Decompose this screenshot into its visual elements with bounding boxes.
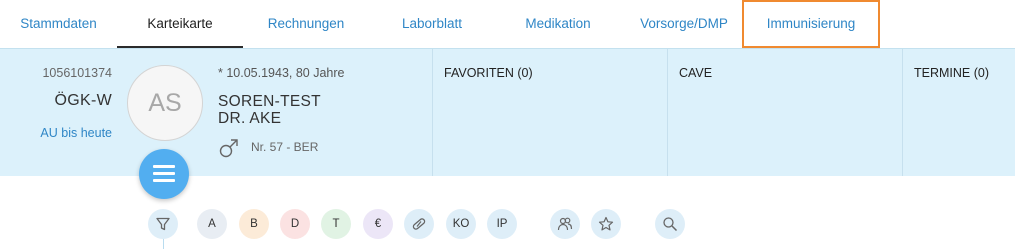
termine-section[interactable]: TERMINE (0) bbox=[914, 66, 989, 80]
menu-icon-bar bbox=[153, 172, 175, 175]
patient-name: SOREN-TEST DR. AKE bbox=[218, 93, 321, 127]
filter-d[interactable]: D bbox=[280, 209, 310, 239]
filter-icon[interactable] bbox=[148, 209, 178, 239]
menu-icon-bar bbox=[153, 179, 175, 182]
tab-vorsorge-dmp[interactable]: Vorsorge/DMP bbox=[621, 0, 747, 48]
filter-b[interactable]: B bbox=[239, 209, 269, 239]
tab-medikation[interactable]: Medikation bbox=[495, 0, 621, 48]
timeline-line bbox=[163, 238, 164, 249]
section-divider bbox=[432, 49, 433, 176]
section-divider bbox=[902, 49, 903, 176]
filter-a[interactable]: A bbox=[197, 209, 227, 239]
room-info: Nr. 57 - BER bbox=[251, 140, 319, 154]
tab-karteikarte[interactable]: Karteikarte bbox=[117, 0, 243, 48]
avatar[interactable]: AS bbox=[127, 65, 203, 141]
section-divider bbox=[667, 49, 668, 176]
filter-ko[interactable]: KO bbox=[446, 209, 476, 239]
tab-laborblatt[interactable]: Laborblatt bbox=[369, 0, 495, 48]
cave-section[interactable]: CAVE bbox=[679, 66, 712, 80]
patient-id: 1056101374 bbox=[42, 66, 112, 80]
male-icon bbox=[218, 137, 240, 159]
persons-icon[interactable] bbox=[550, 209, 580, 239]
search-icon[interactable] bbox=[655, 209, 685, 239]
filter-ip[interactable]: IP bbox=[487, 209, 517, 239]
tab-stammdaten[interactable]: Stammdaten bbox=[0, 0, 117, 48]
patient-last-name: SOREN-TEST bbox=[218, 93, 321, 110]
birth-date: * 10.05.1943, 80 Jahre bbox=[218, 66, 345, 80]
tab-bar: Stammdaten Karteikarte Rechnungen Laborb… bbox=[0, 0, 1015, 48]
patient-first-name: DR. AKE bbox=[218, 110, 282, 127]
menu-button[interactable] bbox=[139, 149, 189, 199]
pill-icon[interactable] bbox=[404, 209, 434, 239]
filter-t[interactable]: T bbox=[321, 209, 351, 239]
favoriten-section[interactable]: FAVORITEN (0) bbox=[444, 66, 533, 80]
insurance-label: ÖGK-W bbox=[54, 92, 112, 109]
star-icon[interactable] bbox=[591, 209, 621, 239]
tab-immunisierung[interactable]: Immunisierung bbox=[742, 0, 880, 48]
menu-icon bbox=[153, 165, 175, 168]
filter-euro[interactable]: € bbox=[363, 209, 393, 239]
au-link[interactable]: AU bis heute bbox=[40, 126, 112, 140]
tab-rechnungen[interactable]: Rechnungen bbox=[243, 0, 369, 48]
